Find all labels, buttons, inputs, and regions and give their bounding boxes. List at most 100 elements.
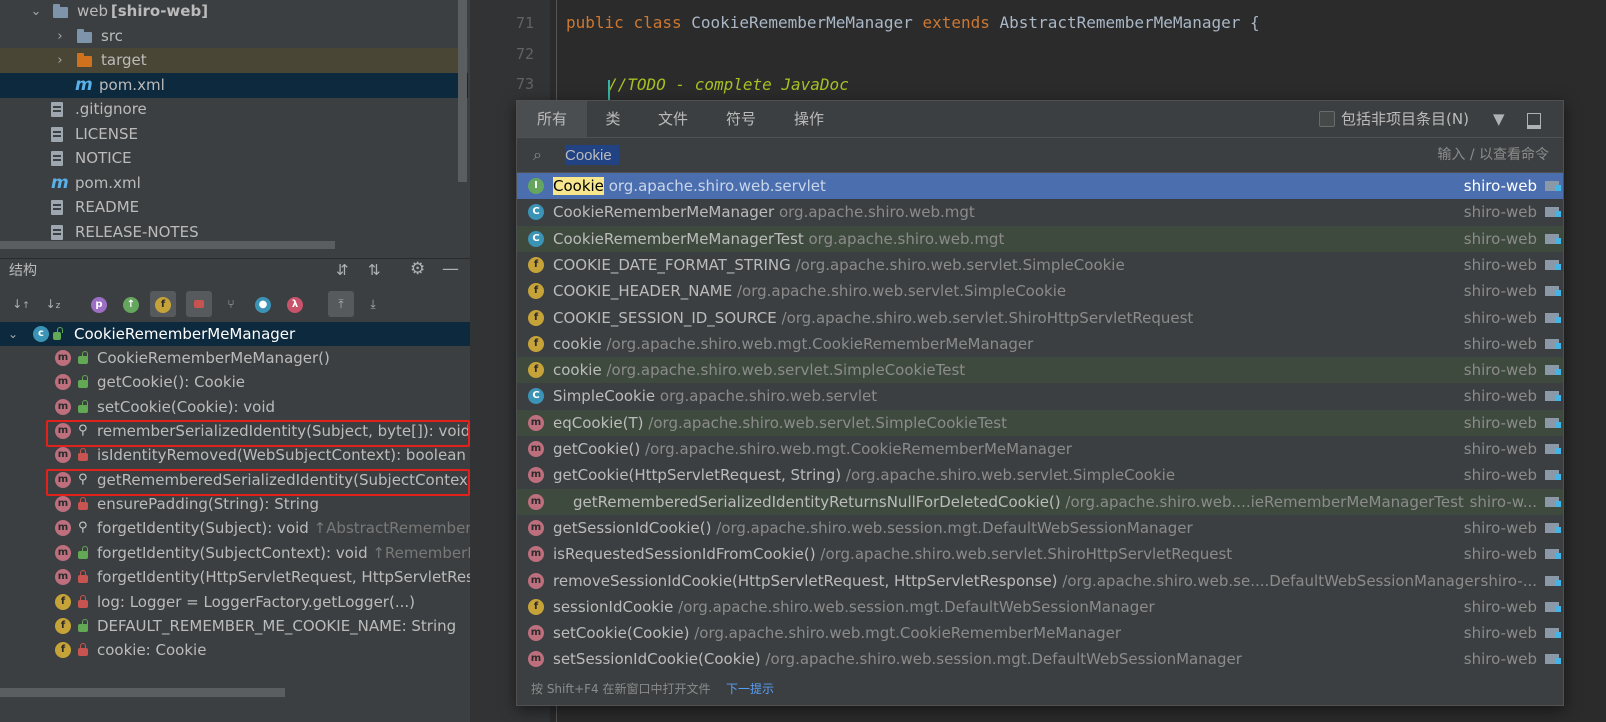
search-row: ⌕ 输入 / 以查看命令 [517,138,1563,172]
tab-all[interactable]: 所有 [517,101,587,137]
structure-item[interactable]: m getCookie(): Cookie [0,370,470,394]
chevron-down-icon[interactable]: ⌄ [8,322,18,346]
result-module: shiro-web [1463,229,1537,248]
settings-gear-icon[interactable]: ⚙ [410,259,425,279]
result-location: /org.apache.shiro.web.mgt.CookieRemember… [645,440,1072,458]
highlight-box-get-remembered [46,469,470,496]
results-scrollbar[interactable] [1557,173,1563,673]
module-name: [shiro-web] [110,2,209,20]
result-module: shiro-web [1463,413,1537,432]
result-name: COOKIE_HEADER_NAME /org.apache.shiro.web… [553,278,1066,304]
structure-item-label: getCookie(): Cookie [97,373,245,392]
project-tree-item[interactable]: README [0,195,468,220]
search-result-item[interactable]: m removeSessionIdCookie(HttpServletReques… [517,568,1563,594]
show-inherited-icon[interactable]: ↑ [118,291,144,317]
project-tree-item[interactable]: LICENSE [0,122,468,147]
structure-item[interactable]: m forgetIdentity(SubjectContext): void ↑R… [0,541,470,565]
structure-item[interactable]: m ⚲ forgetIdentity(Subject): void ↑Abstrac… [0,516,470,540]
project-tree-label: .gitignore [75,100,147,118]
code-line-73: //TODO - complete JavaDoc [608,75,849,94]
open-in-tool-window-icon[interactable] [1527,113,1541,129]
structure-item[interactable]: f log: Logger = LoggerFactory.getLogger(.… [0,590,470,614]
hide-panel-icon[interactable]: — [442,259,459,279]
show-hierarchy-icon[interactable]: ⑂ [218,291,244,317]
search-result-item[interactable]: m eqCookie(T) /org.apache.shiro.web.servl… [517,409,1563,436]
search-result-item[interactable]: f sessionIdCookie /org.apache.shiro.web.s… [517,594,1563,620]
search-result-item[interactable]: m getSessionIdCookie() /org.apache.shiro.… [517,515,1563,541]
tab-symbols[interactable]: 符号 [707,101,775,137]
show-non-public-icon[interactable] [186,291,212,317]
sort-alphabetically-icon[interactable]: ↓z [40,291,66,317]
search-result-item[interactable]: m getRememberedSerializedIdentityReturnsN… [517,488,1563,515]
result-name: cookie /org.apache.shiro.web.servlet.Sim… [553,357,965,383]
structure-item-label: forgetIdentity(SubjectContext): void ↑Re… [97,541,470,565]
structure-hscrollbar[interactable] [0,688,285,697]
field-icon: f [528,283,544,300]
file-icon [51,151,63,166]
structure-item[interactable]: m CookieRememberMeManager() [0,346,470,370]
next-tip-link[interactable]: 下一提示 [726,673,774,705]
chevron-right-icon[interactable]: › [52,48,68,73]
search-result-item[interactable]: m getCookie(HttpServletRequest, String) /… [517,462,1563,488]
tab-classes[interactable]: 类 [587,101,639,137]
project-tree-hscrollbar[interactable] [0,241,335,249]
show-properties-icon[interactable]: p [86,291,112,317]
field-icon: f [55,642,71,659]
method-icon: m [55,496,71,513]
chevron-right-icon[interactable]: › [52,24,68,49]
chevron-down-icon[interactable]: ⌄ [28,0,44,24]
result-name-text: COOKIE_HEADER_NAME [553,282,733,301]
project-tree-item[interactable]: m pom.xml [0,171,468,196]
method-icon: m [55,398,71,415]
maven-icon: m [75,74,93,95]
structure-item[interactable]: m forgetIdentity(HttpServletRequest, Http… [0,565,470,589]
search-result-item[interactable]: m setSessionIdCookie(Cookie) /org.apache.… [517,646,1563,672]
project-tree-item[interactable]: ⌄ web [shiro-web] [0,0,468,24]
private-visibility-icon [78,497,88,511]
search-result-item[interactable]: f cookie /org.apache.shiro.web.mgt.Cookie… [517,331,1563,357]
include-non-project-checkbox[interactable] [1319,111,1335,127]
filter-icon[interactable]: ▼ [1493,101,1505,137]
autoscroll-from-source-icon[interactable]: ⤓ [360,291,386,317]
search-input[interactable] [565,144,1125,166]
structure-root-row[interactable]: ⌄ c CookieRememberMeManager [0,322,470,346]
autoscroll-to-source-icon[interactable]: ⤒ [328,291,354,317]
structure-item[interactable]: m setCookie(Cookie): void [0,395,470,419]
method-icon: m [528,519,544,536]
project-tree-scrollbar[interactable] [458,0,467,182]
include-non-project-label[interactable]: 包括非项目条目(N) [1341,101,1469,137]
search-result-item[interactable]: I Cookie org.apache.shiro.web.servlet shir… [517,173,1563,199]
search-result-item[interactable]: C CookieRememberMeManager org.apache.shir… [517,199,1563,225]
project-tree-label: pom.xml [99,75,165,94]
search-result-item[interactable]: f cookie /org.apache.shiro.web.servlet.Si… [517,357,1563,384]
private-visibility-icon [78,448,88,462]
show-lambdas-icon[interactable]: λ [282,291,308,317]
show-fields-icon[interactable]: f [150,291,176,317]
search-result-item[interactable]: C CookieRememberMeManagerTest org.apache.… [517,225,1563,252]
search-result-item[interactable]: m isRequestedSessionIdFromCookie() /org.a… [517,541,1563,567]
sort-by-visibility-icon[interactable]: ↓↑ [8,291,34,317]
search-result-item[interactable]: f COOKIE_HEADER_NAME /org.apache.shiro.we… [517,278,1563,304]
search-result-item[interactable]: f COOKIE_DATE_FORMAT_STRING /org.apache.s… [517,252,1563,278]
result-name-text: getCookie() [553,440,641,458]
show-anonymous-icon[interactable]: ● [250,291,276,317]
tab-files[interactable]: 文件 [639,101,707,137]
search-result-item[interactable]: m setCookie(Cookie) /org.apache.shiro.web… [517,620,1563,646]
search-result-item[interactable]: f COOKIE_SESSION_ID_SOURCE /org.apache.sh… [517,305,1563,331]
search-result-item[interactable]: m getCookie() /org.apache.shiro.web.mgt.C… [517,436,1563,462]
structure-item[interactable]: f DEFAULT_REMEMBER_ME_COOKIE_NAME: String [0,614,470,638]
project-tree-item[interactable]: › target [0,48,468,73]
tab-actions[interactable]: 操作 [775,101,843,137]
project-tree-item[interactable]: › src [0,24,468,49]
structure-item[interactable]: f cookie: Cookie [0,638,470,662]
project-tree-item[interactable]: NOTICE [0,146,468,171]
private-visibility-icon [78,594,88,608]
method-icon: m [528,493,544,510]
project-tree-label: pom.xml [75,173,141,192]
project-tree-item[interactable]: .gitignore [0,97,468,122]
search-result-item[interactable]: C SimpleCookie org.apache.shiro.web.servl… [517,383,1563,409]
collapse-all-icon[interactable]: ⇅ [368,261,381,279]
expand-all-icon[interactable]: ⇵ [336,261,349,279]
project-tree-item[interactable]: m pom.xml [0,72,468,98]
structure-toolbar: ↓↑ ↓z p ↑ f ⑂ ● λ ⤒ ⤓ [0,288,470,320]
